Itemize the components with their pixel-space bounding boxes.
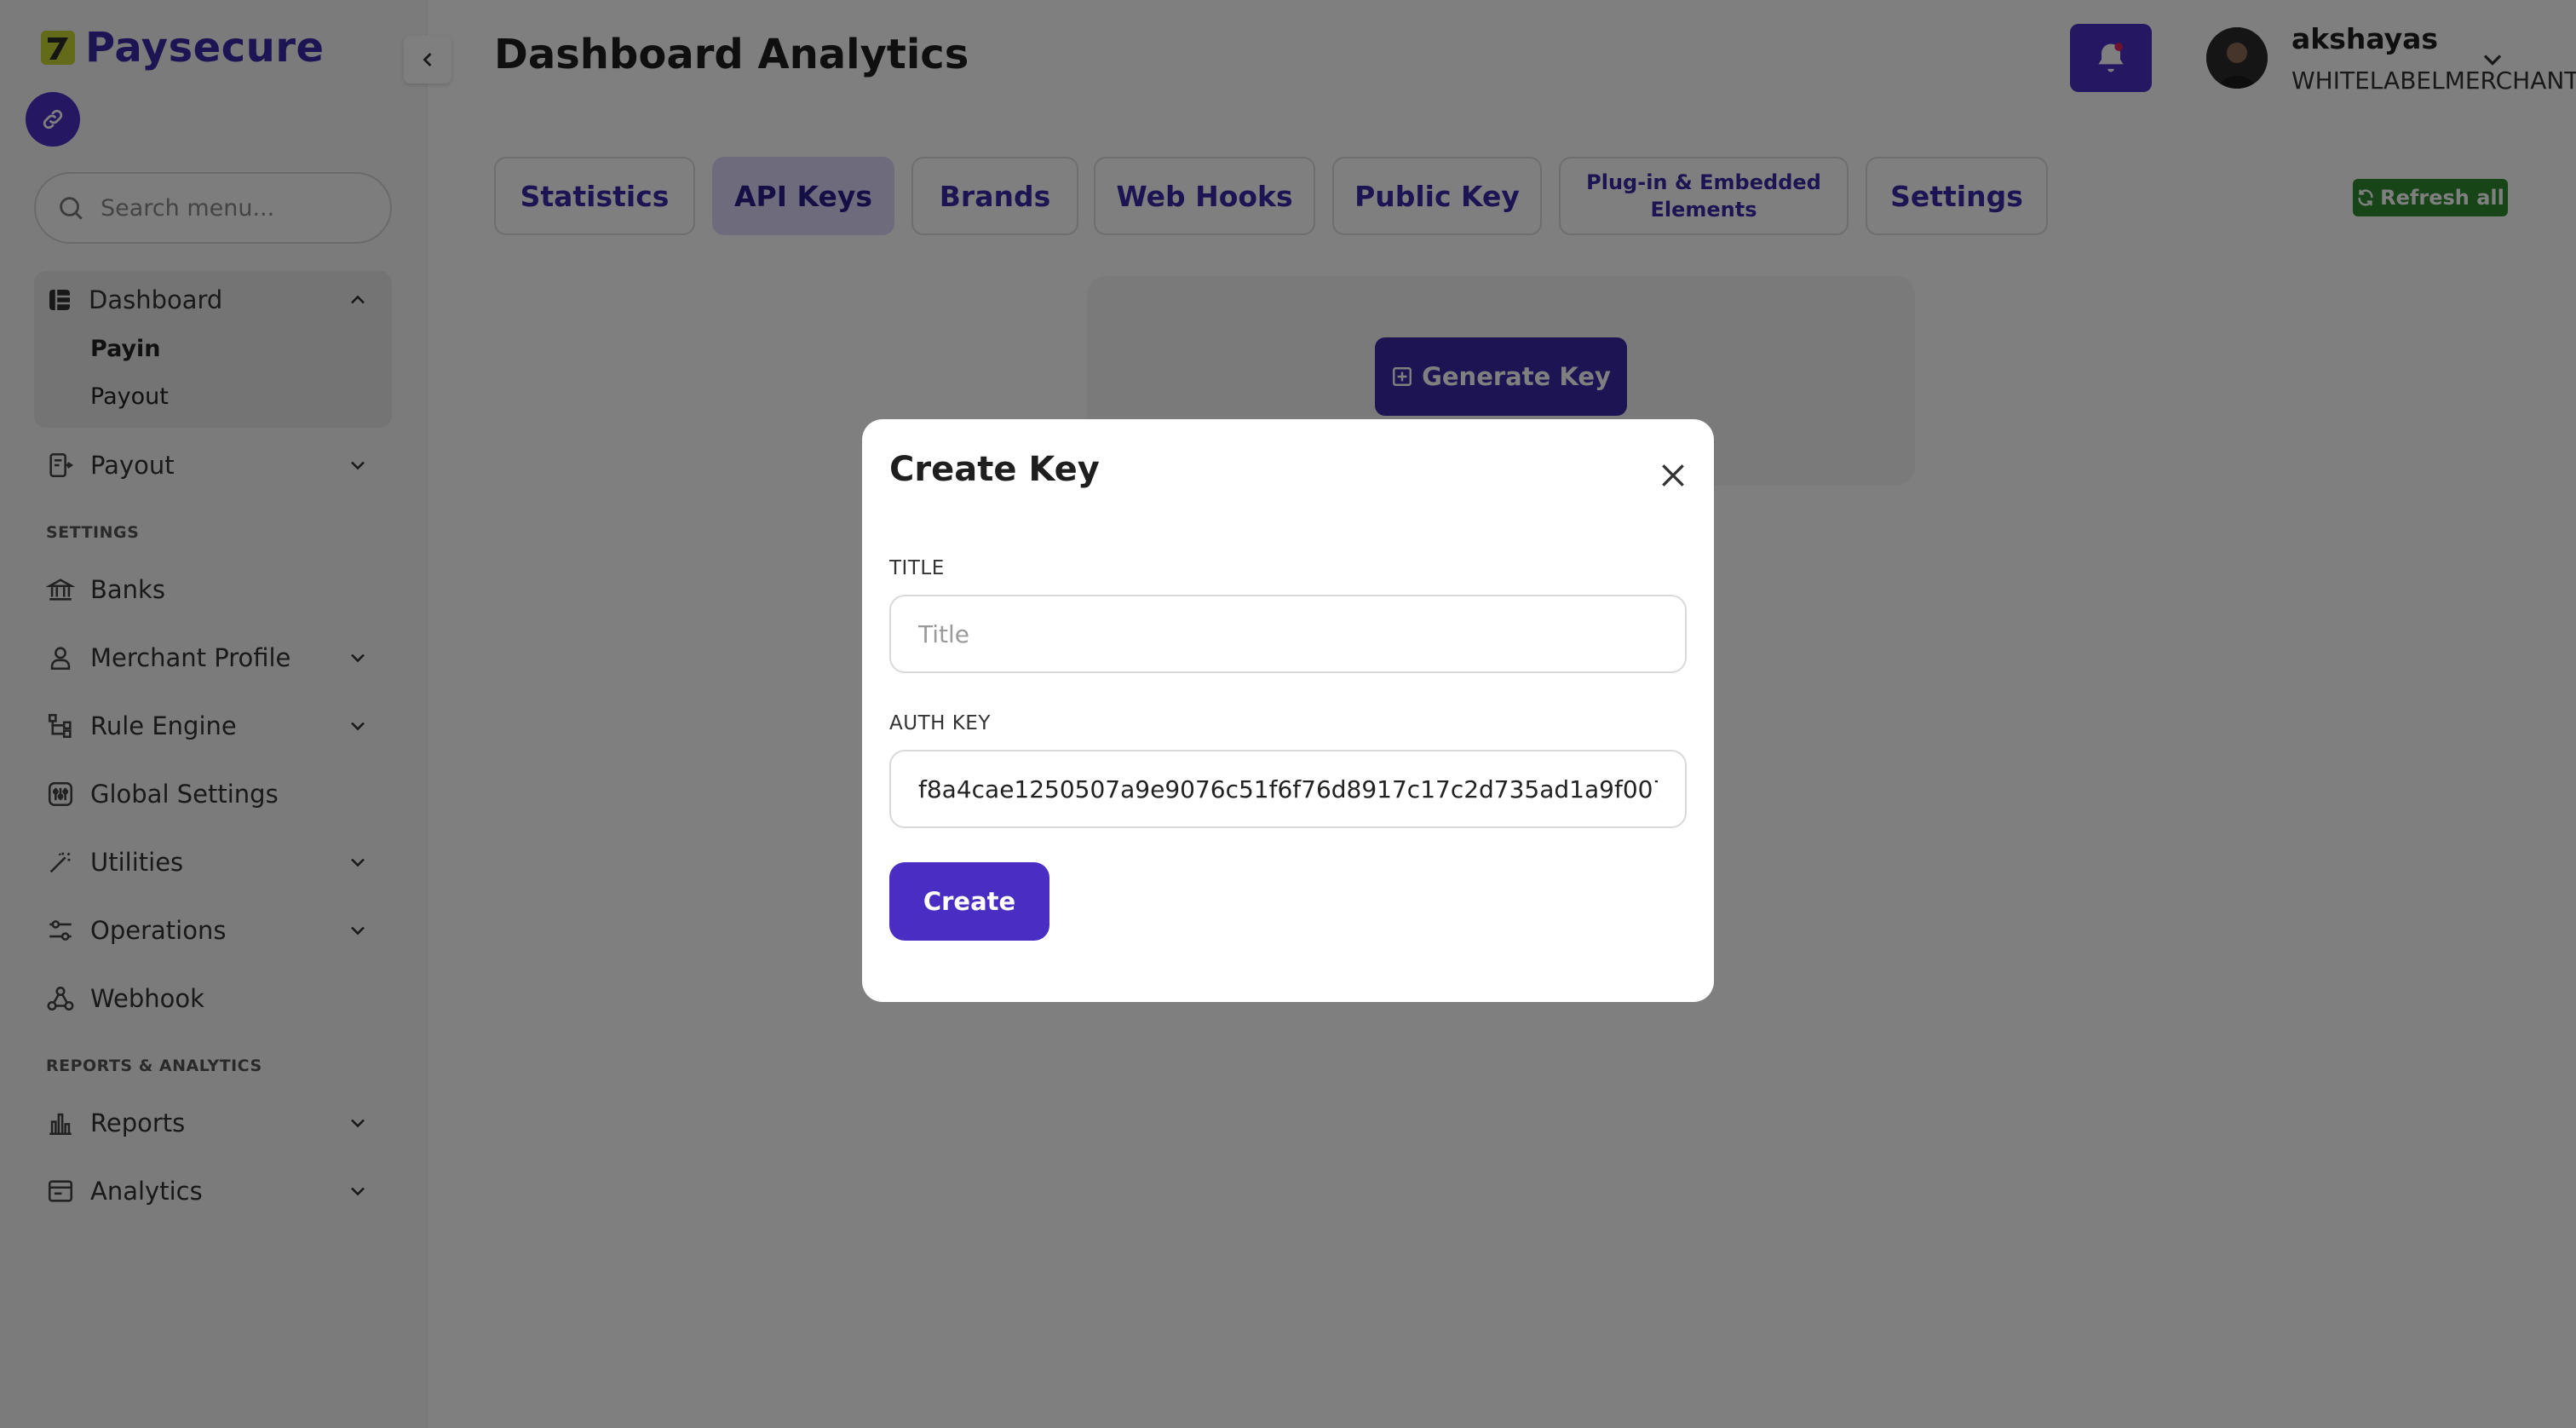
close-button[interactable] [1653, 455, 1693, 496]
auth-key-field[interactable] [889, 750, 1687, 828]
modal-title: Create Key [889, 450, 1100, 489]
close-icon [1662, 464, 1684, 487]
auth-key-field-label: AUTH KEY [889, 712, 991, 734]
auth-key-input[interactable] [918, 774, 1658, 803]
title-field[interactable] [889, 595, 1687, 673]
create-key-modal: Create Key TITLE AUTH KEY Create [862, 419, 1714, 1002]
title-field-label: TITLE [889, 557, 945, 579]
create-button[interactable]: Create [889, 862, 1049, 941]
title-input[interactable] [918, 619, 1658, 648]
